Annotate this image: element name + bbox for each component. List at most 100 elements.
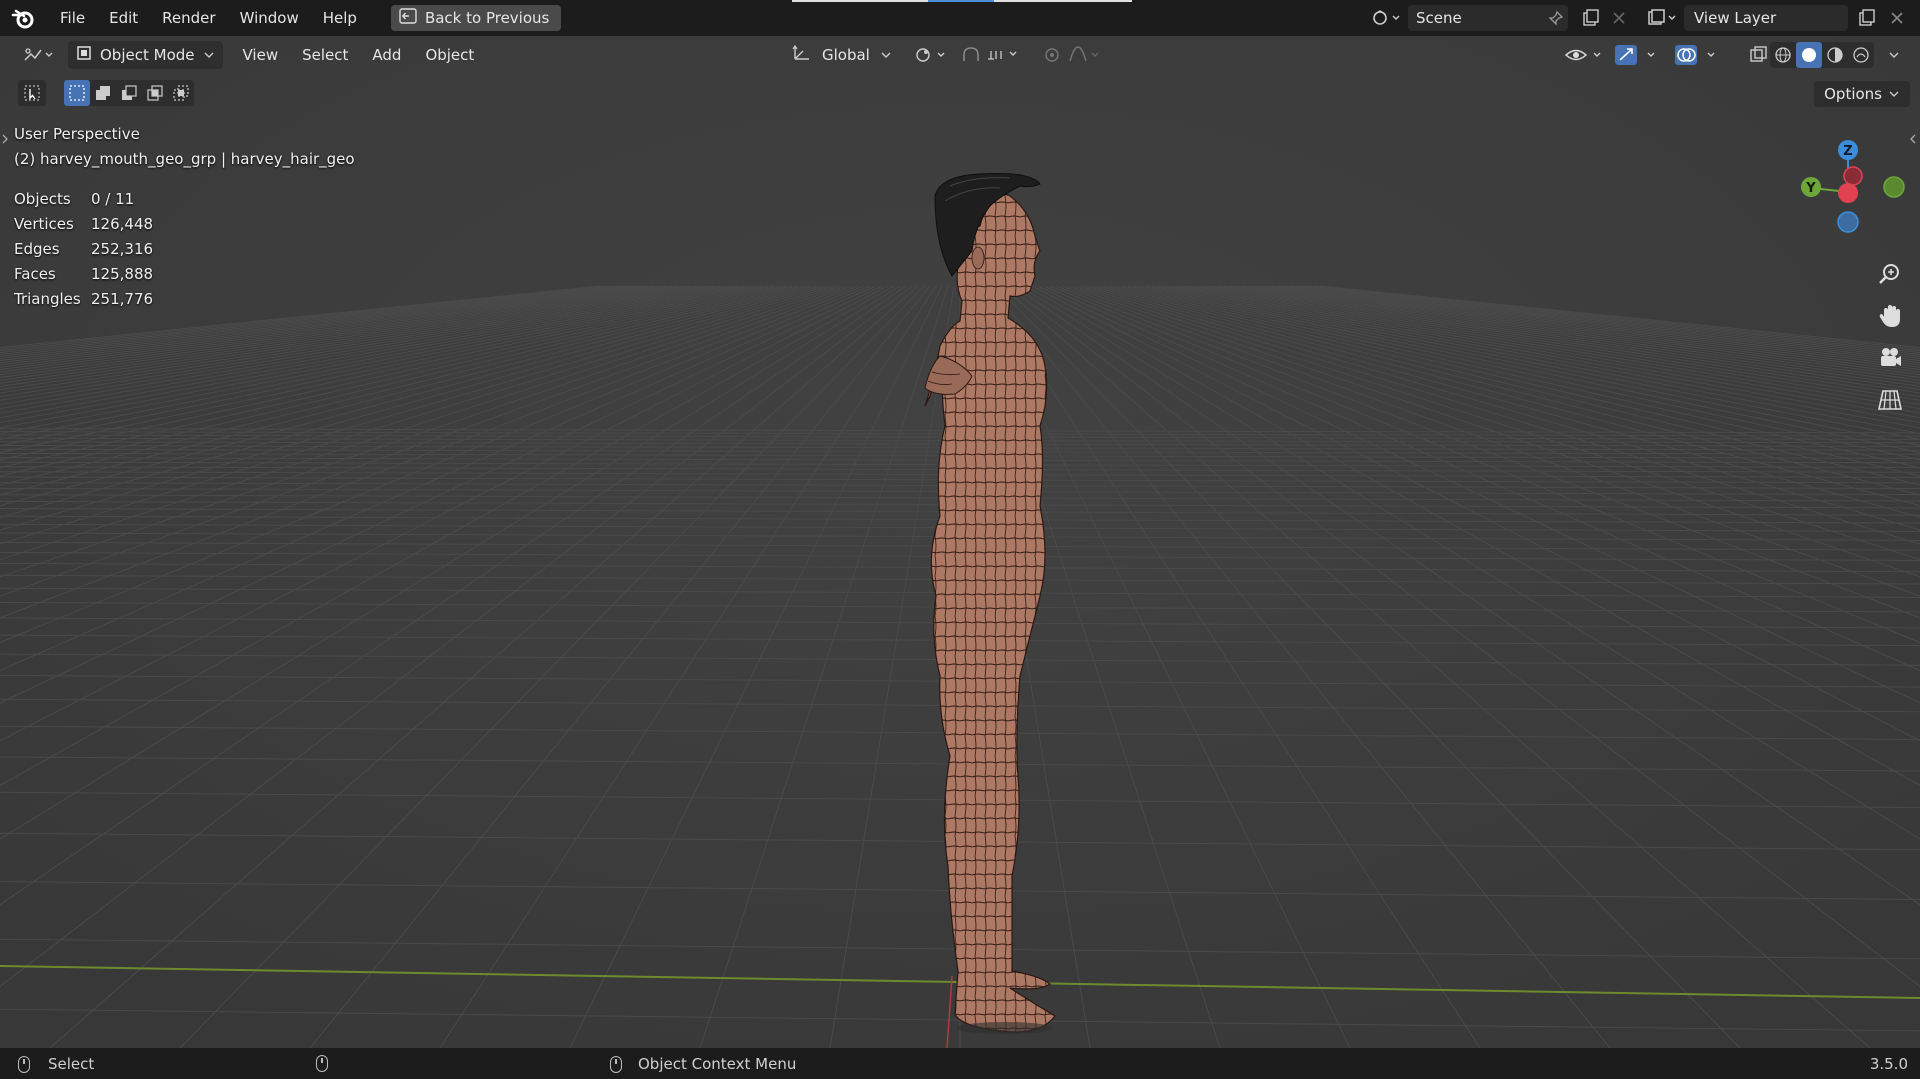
back-to-previous-button[interactable]: Back to Previous [390,5,562,31]
view-layer-browse-icon[interactable] [1644,6,1680,30]
object-mode-icon [76,45,92,65]
stat-row: Objects 0 / 11 [14,187,153,212]
menu-edit[interactable]: Edit [97,0,150,36]
orthographic-grid-icon[interactable] [1872,382,1908,418]
wireframe-shading-icon[interactable] [1770,42,1796,68]
camera-view-icon[interactable] [1872,340,1908,376]
new-scene-icon[interactable] [1580,7,1602,29]
stat-label: Objects [14,190,71,208]
selection-tool-row [18,80,194,106]
back-to-previous-label: Back to Previous [424,9,550,27]
options-label: Options [1824,85,1882,103]
status-bar: Select Object Context Menu 3.5.0 [0,1048,1920,1079]
status-select-hint: Select [18,1055,94,1073]
stat-value: 252,316 [91,240,154,258]
gizmo-neg-y[interactable] [1883,176,1905,198]
editor-type-icon[interactable] [14,41,62,69]
select-tool-icon[interactable] [18,80,46,106]
scene-browse-icon[interactable] [1368,6,1404,30]
pan-hand-icon[interactable] [1872,298,1908,334]
viewport-header: Object Mode View Select Add Object Globa… [0,36,1920,74]
status-context-menu-label: Object Context Menu [638,1055,797,1073]
object-menu[interactable]: Object [417,41,482,69]
viewport-floor-grid [0,36,1920,1048]
stat-label: Faces [14,265,56,283]
select-extend-icon[interactable] [90,80,116,106]
3d-viewport[interactable]: Object Mode View Select Add Object Globa… [0,36,1920,1048]
add-menu[interactable]: Add [364,41,409,69]
proportional-editing-icon[interactable] [1034,41,1116,69]
status-middle-mouse-hint [316,1055,328,1072]
select-new-icon[interactable] [64,80,90,106]
delete-view-layer-icon[interactable] [1886,7,1908,29]
blender-version: 3.5.0 [1870,1055,1908,1073]
status-select-label: Select [48,1055,95,1073]
orientation-axes-icon [792,44,812,66]
select-intersect-icon[interactable] [168,80,194,106]
navigation-gizmo[interactable]: Z Y [1780,124,1910,238]
gizmo-z-axis[interactable]: Z [1838,140,1858,160]
solid-shading-icon[interactable] [1796,42,1822,68]
middle-mouse-icon [316,1055,328,1072]
menu-help[interactable]: Help [311,0,369,36]
stat-row: Vertices 126,448 [14,212,153,237]
menu-render[interactable]: Render [150,0,227,36]
menu-file[interactable]: File [48,0,97,36]
stat-value: 126,448 [91,215,154,233]
snap-icon[interactable] [952,41,1038,69]
stat-label: Edges [14,240,60,258]
gizmo-y-axis[interactable]: Y [1801,177,1821,197]
rendered-shading-icon[interactable] [1848,42,1874,68]
overlays-toggle-icon[interactable] [1666,41,1732,69]
stat-label: Vertices [14,215,74,233]
stat-label: Triangles [14,290,81,308]
stat-value: 251,776 [91,290,154,308]
scene-name-field[interactable]: Scene [1408,5,1568,31]
viewport-info-overlay: User Perspective (2) harvey_mouth_geo_gr… [14,122,355,172]
gizmo-neg-z[interactable] [1837,211,1859,233]
workspace-tabs-strip [792,0,1132,2]
left-mouse-icon [18,1055,30,1073]
svg-text:Z: Z [1843,144,1852,159]
chevron-down-icon [203,46,215,64]
gizmo-x-axis[interactable] [1838,183,1858,203]
toolbar-toggle-chevron-icon[interactable] [0,132,10,150]
select-menu[interactable]: Select [294,41,356,69]
blender-logo-icon[interactable] [10,5,36,31]
stat-value: 125,888 [91,265,154,283]
view-layer-field[interactable]: View Layer [1684,5,1848,31]
view-name: User Perspective [14,125,140,143]
material-preview-icon[interactable] [1822,42,1848,68]
active-object-name: (2) harvey_mouth_geo_grp | harvey_hair_g… [14,150,355,168]
zoom-icon[interactable] [1872,256,1908,292]
options-dropdown[interactable]: Options [1814,81,1910,107]
back-icon [399,8,417,28]
right-mouse-icon [610,1055,622,1073]
object-mode-dropdown[interactable]: Object Mode [68,41,223,69]
delete-scene-icon[interactable] [1608,7,1630,29]
stat-row: Edges 252,316 [14,237,153,262]
stat-row: Triangles 251,776 [14,287,153,312]
shading-options-chevron-icon[interactable] [1880,41,1908,69]
chevron-down-icon [880,46,892,64]
version-label: 3.5.0 [1869,1055,1908,1073]
shading-mode-group [1770,41,1874,69]
stat-row: Faces 125,888 [14,262,153,287]
object-mode-label: Object Mode [100,46,195,64]
pin-icon[interactable] [1546,8,1566,28]
view-menu[interactable]: View [235,41,287,69]
orientation-label: Global [822,46,870,64]
status-context-menu-hint: Object Context Menu [610,1055,796,1073]
svg-text:Y: Y [1805,181,1816,196]
transform-orientation-dropdown[interactable]: Global [784,41,900,69]
top-menu-bar: File Edit Render Window Help Back to Pre… [0,0,1920,36]
gizmo-toggle-icon[interactable] [1606,41,1672,69]
selection-mode-group [64,80,194,106]
select-subtract-icon[interactable] [116,80,142,106]
new-view-layer-icon[interactable] [1856,7,1878,29]
chevron-down-icon [1888,85,1900,103]
view-layer-name: View Layer [1694,9,1777,27]
menu-window[interactable]: Window [228,0,311,36]
stat-value: 0 / 11 [91,190,135,208]
select-invert-icon[interactable] [142,80,168,106]
